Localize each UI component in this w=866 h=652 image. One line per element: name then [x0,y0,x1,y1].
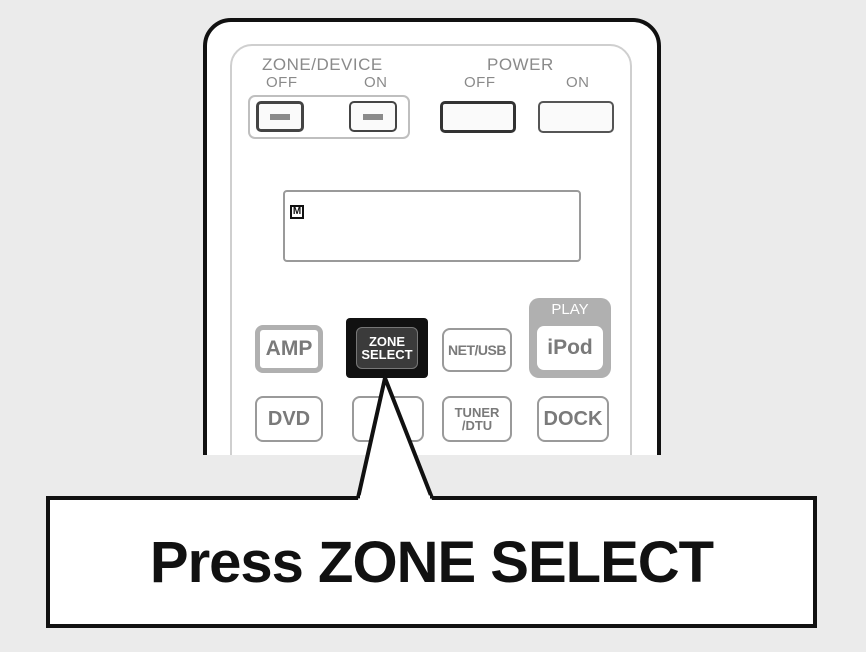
callout-text: Press ZONE SELECT [149,529,714,595]
callout-pointer-fill [358,378,432,500]
